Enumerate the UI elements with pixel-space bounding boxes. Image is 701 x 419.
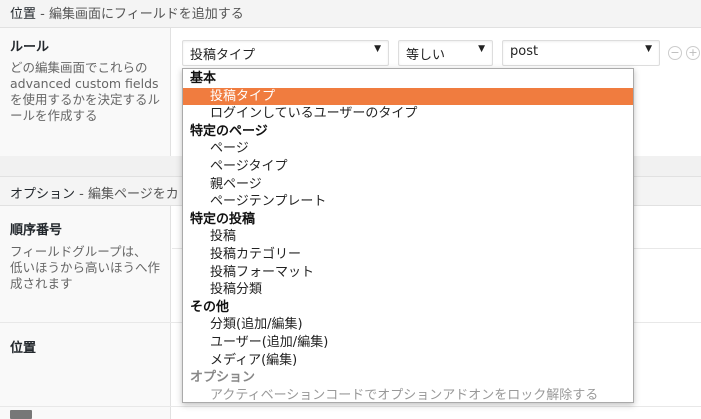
dropdown-option[interactable]: 投稿フォーマット — [183, 264, 633, 282]
dropdown-option[interactable]: 投稿分類 — [183, 281, 633, 299]
rule-param-dropdown-list[interactable]: 基本 投稿タイプ ログインしているユーザーのタイプ 特定のページ ページ ページタイプ 親ペ… — [182, 68, 634, 403]
dropdown-option[interactable]: メディア(編集) — [183, 352, 633, 370]
dropdown-option[interactable]: 分類(追加/編集) — [183, 316, 633, 334]
minus-circle-icon[interactable]: − — [668, 46, 682, 60]
rule-param-select[interactable]: 投稿タイプ ▼ — [182, 40, 389, 66]
rule-operator-select[interactable]: 等しい ▼ — [398, 40, 493, 66]
rule-value-value: post — [510, 44, 539, 59]
dropdown-group-label: 特定の投稿 — [190, 211, 256, 227]
position-label: 位置 — [10, 341, 37, 356]
order-label: 順序番号 — [10, 223, 63, 238]
chevron-down-icon: ▼ — [645, 44, 652, 54]
location-section-header: 位置 - 編集画面にフィールドを追加する — [0, 0, 701, 28]
rule-param-value: 投稿タイプ — [190, 48, 256, 63]
options-label-column: 順序番号 フィールドグループは、 低いほうから高いほうへ作成されます 位置 — [0, 206, 171, 419]
dropdown-option[interactable]: ページタイプ — [183, 158, 633, 176]
chevron-down-icon: ▼ — [374, 44, 381, 54]
dropdown-group-label: その他 — [190, 299, 230, 315]
rule-operator-value: 等しい — [406, 48, 446, 63]
row-separator — [0, 406, 701, 407]
order-description: フィールドグループは、 低いほうから高いほうへ作成されます — [10, 244, 161, 291]
dropdown-option[interactable]: 投稿タイプ — [183, 87, 633, 106]
dropdown-option[interactable]: ページ — [183, 140, 633, 158]
dropdown-option[interactable]: ユーザー(追加/編集) — [183, 334, 633, 352]
options-section-title: オプション — [10, 187, 76, 202]
plus-circle-icon[interactable]: + — [686, 46, 700, 60]
dropdown-option[interactable]: ページテンプレート — [183, 193, 633, 211]
rule-value-select[interactable]: post ▼ — [502, 40, 660, 66]
rules-label: ルール — [10, 40, 50, 55]
dropdown-option[interactable]: ログインしているユーザーのタイプ — [183, 105, 633, 123]
dropdown-option: アクティベーションコードでオプションアドオンをロック解除する — [210, 387, 599, 403]
dropdown-group-label: 特定のページ — [190, 123, 268, 139]
dropdown-option[interactable]: 投稿 — [183, 228, 633, 246]
dropdown-option[interactable]: 投稿カテゴリー — [183, 246, 633, 264]
location-section-subtitle: - 編集画面にフィールドを追加する — [36, 7, 244, 22]
dropdown-option[interactable]: 親ページ — [183, 176, 633, 194]
truncated-label — [10, 410, 32, 419]
dropdown-group-label: 基本 — [190, 71, 217, 86]
chevron-down-icon: ▼ — [478, 44, 485, 54]
rules-label-column: ルール どの編集画面でこれらの advanced custom fields を… — [0, 28, 171, 156]
dropdown-group-label: オプション — [190, 370, 256, 386]
rules-description: どの編集画面でこれらの advanced custom fields を使用する… — [10, 60, 161, 123]
location-section-title: 位置 — [10, 7, 37, 22]
options-section-subtitle: - 編集ページをカ — [75, 187, 179, 202]
